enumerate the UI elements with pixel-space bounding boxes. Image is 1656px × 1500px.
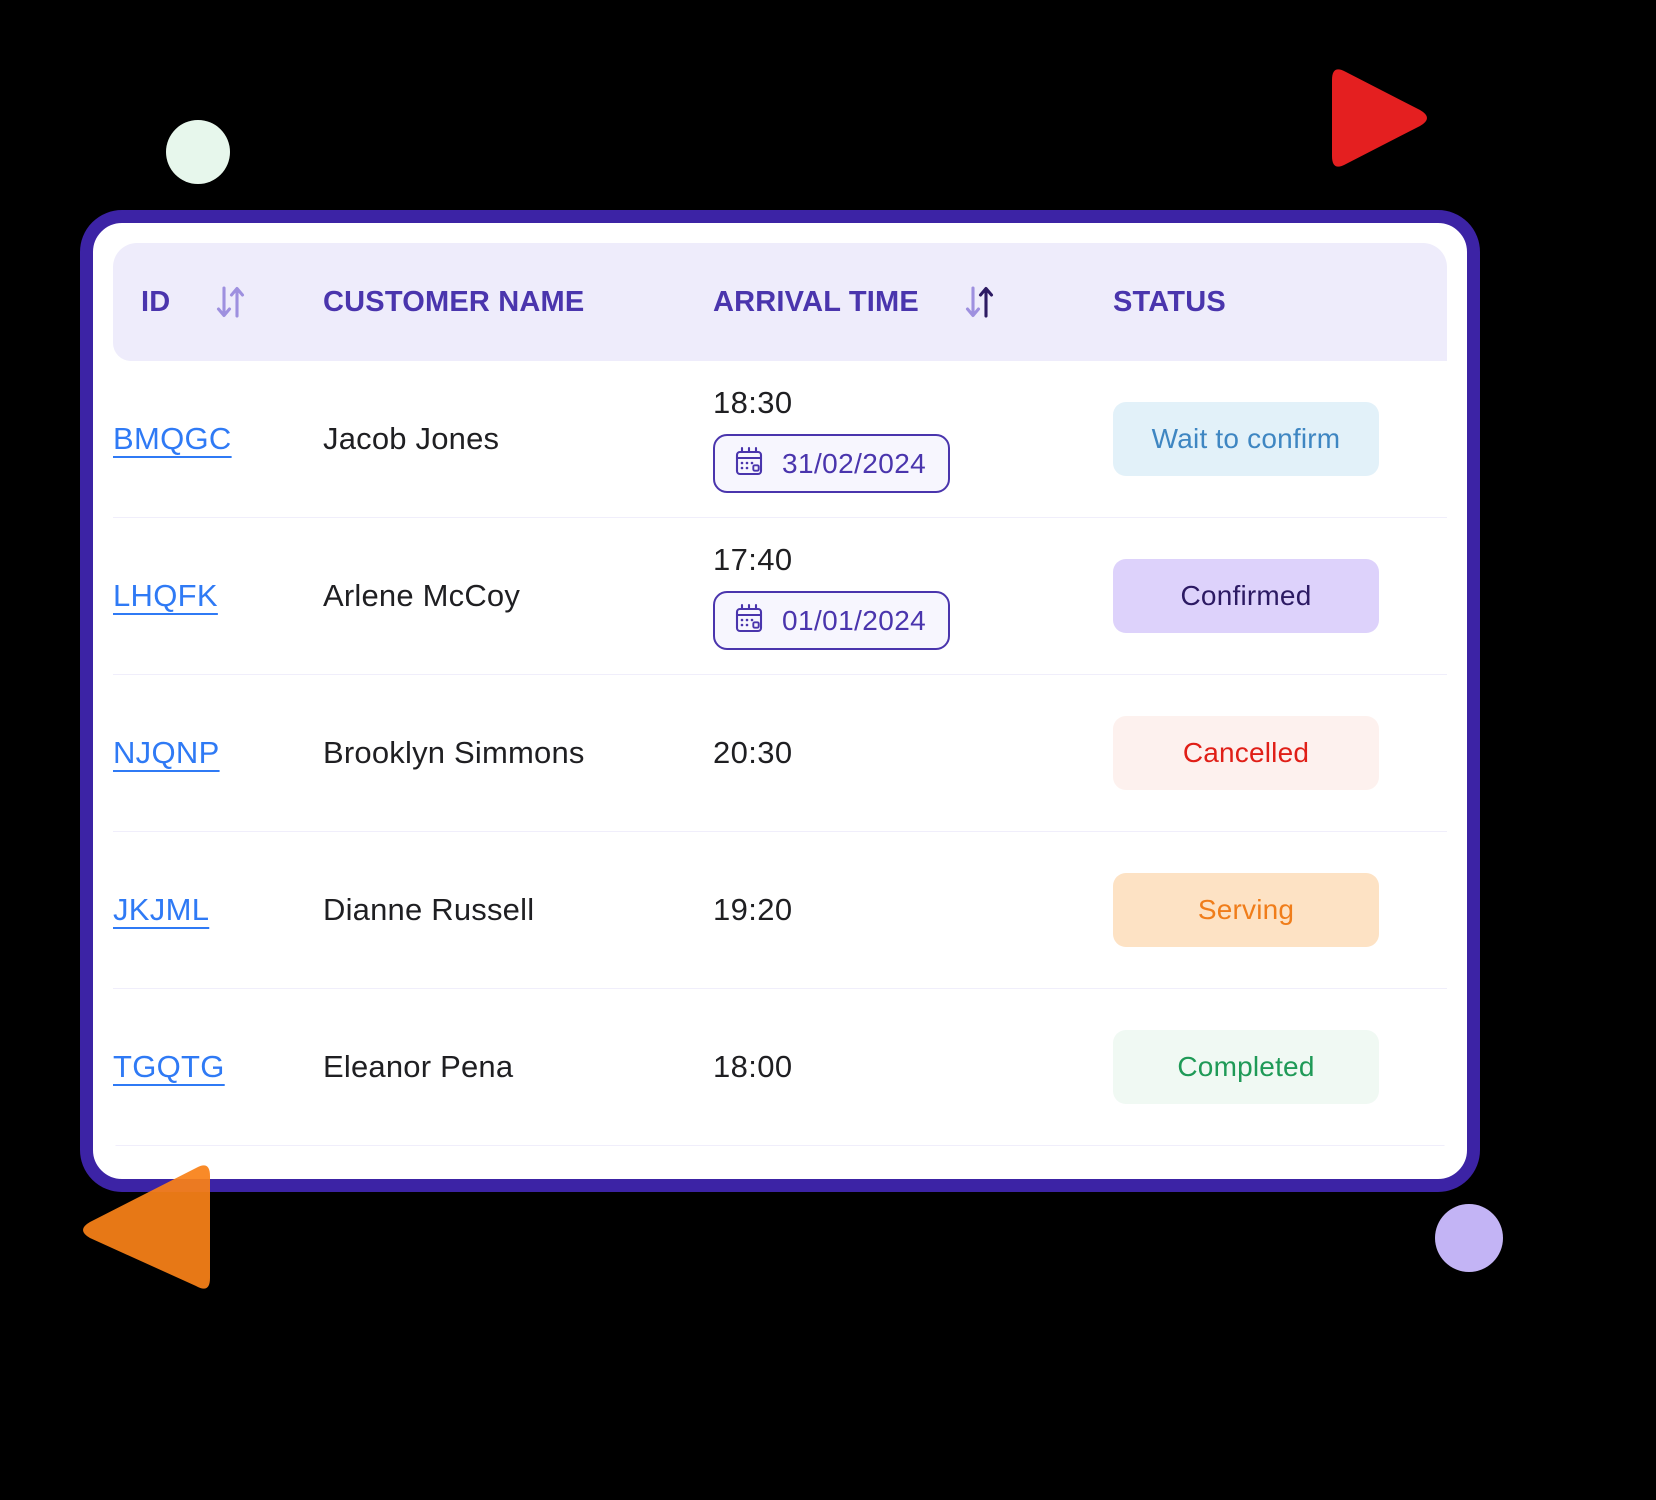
arrival-date-text: 31/02/2024 [782,447,927,479]
arrival-time-text: 18:00 [713,1049,793,1084]
status-badge[interactable]: Cancelled [1113,716,1379,790]
column-header-customer-name: CUSTOMER NAME [323,243,713,361]
table-row: NJQNP Brooklyn Simmons 20:30 Cancelled [113,674,1447,832]
decorative-orange-triangle-icon [76,1152,212,1300]
booking-table-card-inner: ID CUSTOMER NAME ARRIVAL TIME STATUS BMQ… [113,243,1447,1159]
column-header-id: ID [113,243,323,361]
column-header-id-label: ID [141,285,171,318]
booking-id-link[interactable]: TGQTG [113,1049,225,1084]
table-row: BMQGC Jacob Jones 18:30 31/02/2024 Wait … [113,361,1447,518]
cell-id: BMQGC [113,361,323,518]
cell-status: Wait to confirm [1113,361,1447,518]
status-badge[interactable]: Confirmed [1113,559,1379,633]
cell-arrival-time: 19:20 [713,831,1113,989]
cell-id: JKJML [113,831,323,989]
table-header-row: ID CUSTOMER NAME ARRIVAL TIME STATUS [113,243,1447,361]
table-row: LHQFK Arlene McCoy 17:40 01/01/2024 Conf… [113,517,1447,675]
sort-arrows-icon-id[interactable] [216,285,246,319]
cell-status: Serving [1113,831,1447,989]
cell-status: Confirmed [1113,517,1447,675]
arrival-time-text: 18:30 [713,385,793,420]
column-header-status: STATUS [1113,243,1447,361]
column-header-arrival-time-label: ARRIVAL TIME [713,285,919,318]
cell-customer-name: Eleanor Pena [323,988,713,1146]
customer-name-text: Eleanor Pena [323,1049,514,1084]
customer-name-text: Dianne Russell [323,892,535,927]
column-header-arrival-time: ARRIVAL TIME [713,243,1113,361]
column-header-customer-name-label: CUSTOMER NAME [323,285,585,318]
table-body: BMQGC Jacob Jones 18:30 31/02/2024 Wait … [113,361,1447,1146]
table-row: JKJML Dianne Russell 19:20 Serving [113,831,1447,989]
column-header-status-label: STATUS [1113,285,1226,318]
cell-status: Completed [1113,988,1447,1146]
cell-arrival-time: 18:30 31/02/2024 [713,361,1113,518]
cell-arrival-time: 18:00 [713,988,1113,1146]
cell-customer-name: Brooklyn Simmons [323,674,713,832]
booking-id-link[interactable]: LHQFK [113,578,218,613]
booking-id-link[interactable]: JKJML [113,892,209,927]
cell-arrival-time: 17:40 01/01/2024 [713,517,1113,675]
cell-arrival-time: 20:30 [713,674,1113,832]
arrival-time-text: 19:20 [713,892,793,927]
table-row: TGQTG Eleanor Pena 18:00 Completed [113,988,1447,1146]
status-badge[interactable]: Wait to confirm [1113,402,1379,476]
customer-name-text: Jacob Jones [323,421,500,456]
cell-id: NJQNP [113,674,323,832]
arrival-time-text: 17:40 [713,542,793,577]
arrival-time-text: 20:30 [713,735,793,770]
arrival-date-chip[interactable]: 31/02/2024 [713,434,951,493]
calendar-icon [733,602,765,639]
screenshot-root: ID CUSTOMER NAME ARRIVAL TIME STATUS BMQ… [0,0,1656,1500]
decorative-red-triangle-icon [1316,62,1434,174]
cell-customer-name: Jacob Jones [323,361,713,518]
customer-name-text: Brooklyn Simmons [323,735,585,770]
booking-id-link[interactable]: NJQNP [113,735,220,770]
sort-arrows-icon-arrival-time[interactable] [965,285,995,319]
customer-name-text: Arlene McCoy [323,578,521,613]
booking-table-card: ID CUSTOMER NAME ARRIVAL TIME STATUS BMQ… [80,210,1480,1192]
cell-id: TGQTG [113,988,323,1146]
calendar-icon [733,445,765,482]
arrival-date-text: 01/01/2024 [782,604,927,636]
cell-id: LHQFK [113,517,323,675]
cell-status: Cancelled [1113,674,1447,832]
bookings-table: ID CUSTOMER NAME ARRIVAL TIME STATUS BMQ… [113,243,1447,1146]
decorative-green-circle [166,120,230,184]
decorative-purple-circle [1435,1204,1503,1272]
arrival-date-chip[interactable]: 01/01/2024 [713,591,951,650]
booking-id-link[interactable]: BMQGC [113,421,232,456]
status-badge[interactable]: Completed [1113,1030,1379,1104]
cell-customer-name: Dianne Russell [323,831,713,989]
status-badge[interactable]: Serving [1113,873,1379,947]
cell-customer-name: Arlene McCoy [323,517,713,675]
